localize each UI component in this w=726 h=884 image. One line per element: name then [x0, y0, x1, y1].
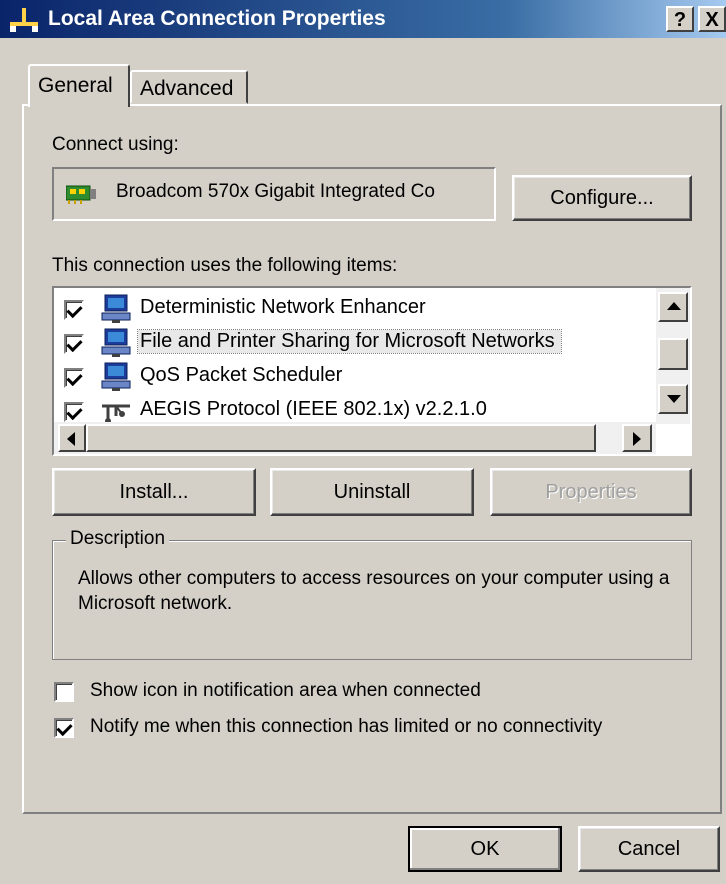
items-label: This connection uses the following items… [52, 255, 398, 276]
scroll-thumb[interactable] [658, 338, 688, 370]
window-title: Local Area Connection Properties [48, 7, 386, 30]
cancel-button[interactable]: Cancel [578, 826, 720, 872]
network-connection-icon [10, 8, 38, 32]
components-list[interactable]: Deterministic Network Enhancer File and … [52, 286, 692, 456]
uninstall-button[interactable]: Uninstall [270, 468, 474, 516]
item-label: AEGIS Protocol (IEEE 802.1x) v2.2.1.0 [140, 398, 487, 420]
scroll-up-button[interactable] [658, 292, 688, 322]
help-button[interactable]: ? [666, 6, 694, 32]
tab-advanced[interactable]: Advanced [130, 70, 248, 104]
notify-label: Notify me when this connection has limit… [90, 716, 603, 737]
scroll-right-button[interactable] [622, 424, 652, 452]
configure-button[interactable]: Configure... [512, 175, 692, 221]
item-checkbox[interactable] [64, 402, 84, 422]
item-label: QoS Packet Scheduler [140, 364, 343, 386]
horizontal-scrollbar[interactable] [54, 422, 656, 454]
network-adapter-icon [66, 185, 96, 204]
adapter-field: Broadcom 570x Gigabit Integrated Co [52, 167, 496, 221]
list-item-selected[interactable]: File and Printer Sharing for Microsoft N… [64, 326, 654, 360]
item-checkbox[interactable] [64, 300, 84, 320]
arrow-right-icon [633, 432, 641, 446]
ok-button[interactable]: OK [408, 826, 562, 872]
arrow-down-icon [667, 395, 681, 403]
show-icon-checkbox[interactable] [54, 682, 74, 702]
description-title: Description [66, 528, 170, 550]
scroll-down-button[interactable] [658, 384, 688, 414]
item-label: Deterministic Network Enhancer [140, 296, 426, 318]
item-checkbox[interactable] [64, 368, 84, 388]
list-item[interactable]: QoS Packet Scheduler [64, 360, 654, 394]
arrow-left-icon [67, 432, 75, 446]
title-bar[interactable]: Local Area Connection Properties ? X [0, 0, 726, 38]
tab-general[interactable]: General [28, 64, 130, 107]
scroll-left-button[interactable] [58, 424, 86, 452]
network-computer-icon [101, 328, 131, 357]
install-button[interactable]: Install... [52, 468, 256, 516]
description-text: Allows other computers to access resourc… [78, 568, 670, 614]
horizontal-scroll-thumb[interactable] [86, 424, 596, 452]
item-checkbox[interactable] [64, 334, 84, 354]
network-computer-icon [101, 294, 131, 323]
network-computer-icon [101, 362, 131, 391]
connect-using-label: Connect using: [52, 134, 179, 155]
notify-checkbox[interactable] [54, 718, 74, 738]
show-icon-label: Show icon in notification area when conn… [90, 680, 481, 701]
list-item[interactable]: Deterministic Network Enhancer [64, 292, 654, 326]
arrow-up-icon [667, 302, 681, 310]
properties-button[interactable]: Properties [490, 468, 692, 516]
adapter-name: Broadcom 570x Gigabit Integrated Co [116, 181, 435, 202]
item-label: File and Printer Sharing for Microsoft N… [137, 329, 562, 354]
vertical-scrollbar[interactable] [656, 288, 690, 424]
close-button[interactable]: X [698, 6, 726, 32]
